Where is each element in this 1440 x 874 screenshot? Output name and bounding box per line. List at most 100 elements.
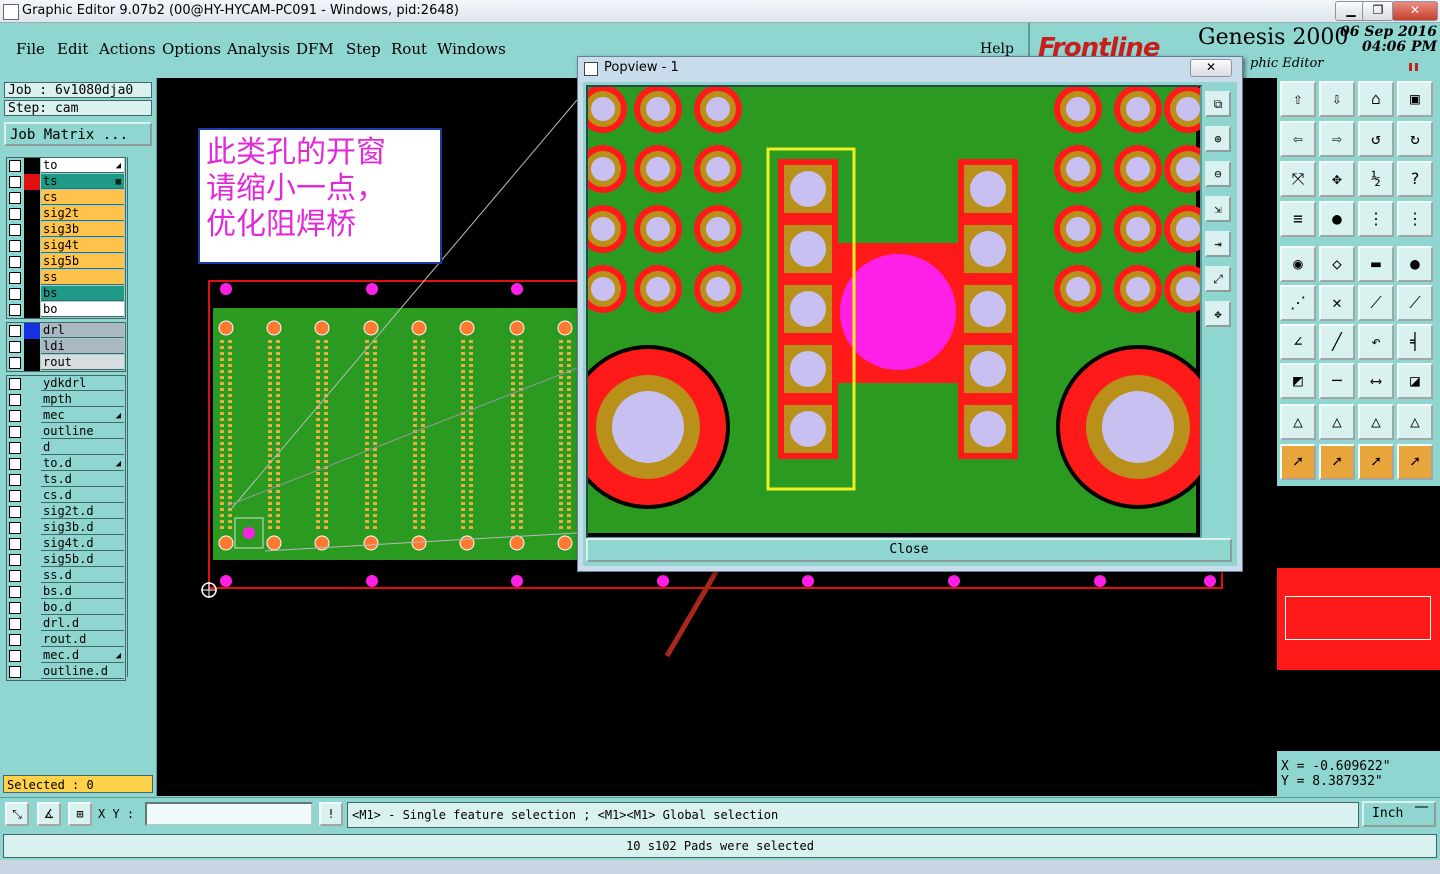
layer-name[interactable]: drl bbox=[41, 323, 124, 338]
layer-color-swatch[interactable] bbox=[24, 552, 40, 568]
grid-icon[interactable]: ⊞ bbox=[68, 802, 92, 826]
layer-color-swatch[interactable] bbox=[24, 206, 40, 222]
layer-checkbox[interactable] bbox=[9, 208, 21, 220]
layer-row-sig5b[interactable]: sig5b bbox=[7, 254, 125, 270]
window-icon[interactable]: ▣ bbox=[1397, 81, 1433, 117]
net-red-icon[interactable]: ⋮ bbox=[1397, 201, 1433, 237]
layer-row-outline[interactable]: outline bbox=[7, 424, 125, 440]
layer-row-d[interactable]: d bbox=[7, 440, 125, 456]
layer-name[interactable]: drl.d bbox=[41, 616, 124, 631]
layer-checkbox[interactable] bbox=[9, 570, 21, 582]
layer-color-swatch[interactable] bbox=[24, 174, 40, 190]
xy-input[interactable] bbox=[145, 802, 313, 826]
layer-checkbox[interactable] bbox=[9, 176, 21, 188]
triangle-2-icon[interactable]: △ bbox=[1319, 404, 1355, 440]
layer-row-drl-d[interactable]: drl.d bbox=[7, 616, 125, 632]
overview-map[interactable] bbox=[1277, 486, 1440, 751]
pointer-path-icon[interactable]: ➚ bbox=[1397, 444, 1433, 480]
layer-color-swatch[interactable] bbox=[24, 584, 40, 600]
pointer-icon[interactable]: ➚ bbox=[1280, 444, 1316, 480]
layer-color-swatch[interactable] bbox=[24, 270, 40, 286]
scale-1-2-icon[interactable]: ½ bbox=[1358, 161, 1394, 197]
layer-name[interactable]: ts.d bbox=[41, 472, 124, 487]
layer-checkbox[interactable] bbox=[9, 474, 21, 486]
right-icon[interactable]: ⇨ bbox=[1319, 121, 1355, 157]
layer-name[interactable]: sig2t.d bbox=[41, 504, 124, 519]
layer-name[interactable]: bs.d bbox=[41, 584, 124, 599]
layer-checkbox[interactable] bbox=[9, 602, 21, 614]
layer-checkbox[interactable] bbox=[9, 341, 21, 353]
slash-icon[interactable]: ╱ bbox=[1319, 324, 1355, 360]
house-icon[interactable]: ⌂ bbox=[1358, 81, 1394, 117]
layer-row-rout[interactable]: rout bbox=[7, 355, 125, 371]
angle-snap-icon[interactable]: ∡ bbox=[37, 802, 61, 826]
undo-icon[interactable]: ↺ bbox=[1358, 121, 1394, 157]
pointer-box-icon[interactable]: ➚ bbox=[1319, 444, 1355, 480]
layer-name[interactable]: mec.d ◢ bbox=[41, 648, 124, 663]
layer-row-to-d[interactable]: to.d ◢ bbox=[7, 456, 125, 472]
layer-row-bs[interactable]: bs bbox=[7, 286, 125, 302]
layer-row-rout-d[interactable]: rout.d bbox=[7, 632, 125, 648]
layer-color-swatch[interactable] bbox=[24, 238, 40, 254]
layer-name[interactable]: bo.d bbox=[41, 600, 124, 615]
triangle-4-icon[interactable]: △ bbox=[1397, 404, 1433, 440]
overview-viewport[interactable] bbox=[1285, 596, 1431, 640]
minus-icon[interactable]: ─ bbox=[1319, 363, 1355, 399]
layer-checkbox[interactable] bbox=[9, 378, 21, 390]
triangle-icon[interactable]: △ bbox=[1280, 404, 1316, 440]
job-matrix-button[interactable]: Job Matrix ... bbox=[4, 122, 152, 146]
layer-color-swatch[interactable] bbox=[24, 302, 40, 318]
layer-row-outline-d[interactable]: outline.d bbox=[7, 664, 125, 680]
layer-row-sig3b-d[interactable]: sig3b.d bbox=[7, 520, 125, 536]
layer-checkbox[interactable] bbox=[9, 192, 21, 204]
ruler-icon[interactable]: ▬ bbox=[1358, 246, 1394, 282]
layer-color-swatch[interactable] bbox=[24, 488, 40, 504]
zoom-extents-icon[interactable]: ⤧ bbox=[1280, 161, 1316, 197]
layer-name[interactable]: rout bbox=[41, 355, 124, 370]
layer-color-swatch[interactable] bbox=[24, 616, 40, 632]
snap-icon[interactable]: ⤡ bbox=[5, 802, 29, 826]
layer-checkbox[interactable] bbox=[9, 650, 21, 662]
layer-name[interactable]: rout.d bbox=[41, 632, 124, 647]
menu-edit[interactable]: Edit bbox=[57, 40, 88, 58]
layer-checkbox[interactable] bbox=[9, 410, 21, 422]
layer-checkbox[interactable] bbox=[9, 522, 21, 534]
layer-color-swatch[interactable] bbox=[24, 520, 40, 536]
pv-export-icon[interactable]: ⇥ bbox=[1205, 231, 1231, 257]
layer-row-cs[interactable]: cs bbox=[7, 190, 125, 206]
layer-name[interactable]: outline bbox=[41, 424, 124, 439]
down-icon[interactable]: ⇩ bbox=[1319, 81, 1355, 117]
layer-name[interactable]: sig4t.d bbox=[41, 536, 124, 551]
menu-actions[interactable]: Actions bbox=[99, 40, 155, 58]
layer-checkbox[interactable] bbox=[9, 357, 21, 369]
line-dot-icon[interactable]: ⟋ bbox=[1358, 285, 1394, 321]
popview-viewport[interactable] bbox=[586, 85, 1202, 539]
layer-name[interactable]: ldi bbox=[41, 339, 124, 354]
angle-icon[interactable]: ∠ bbox=[1280, 324, 1316, 360]
layer-row-bo[interactable]: bo bbox=[7, 302, 125, 318]
layer-color-swatch[interactable] bbox=[24, 536, 40, 552]
layer-checkbox[interactable] bbox=[9, 272, 21, 284]
menu-rout[interactable]: Rout bbox=[391, 40, 427, 58]
layer-name[interactable]: ydkdrl bbox=[41, 376, 124, 391]
layer-color-swatch[interactable] bbox=[24, 664, 40, 680]
layer-checkbox[interactable] bbox=[9, 506, 21, 518]
layer-checkbox[interactable] bbox=[9, 304, 21, 316]
layer-name[interactable]: cs bbox=[41, 190, 124, 205]
layer-row-mec[interactable]: mec ◢ bbox=[7, 408, 125, 424]
layer-row-bs-d[interactable]: bs.d bbox=[7, 584, 125, 600]
layer-row-drl[interactable]: drl bbox=[7, 323, 125, 339]
layer-row-ss[interactable]: ss bbox=[7, 270, 125, 286]
shapes-icon[interactable]: ◪ bbox=[1397, 363, 1433, 399]
layer-row-ts-d[interactable]: ts.d bbox=[7, 472, 125, 488]
layer-name[interactable]: sig3b.d bbox=[41, 520, 124, 535]
layer-row-sig2t[interactable]: sig2t bbox=[7, 206, 125, 222]
layer-checkbox[interactable] bbox=[9, 224, 21, 236]
layer-color-swatch[interactable] bbox=[24, 600, 40, 616]
pv-center-icon[interactable]: ✥ bbox=[1205, 301, 1231, 327]
layer-color-swatch[interactable] bbox=[24, 504, 40, 520]
layer-checkbox[interactable] bbox=[9, 458, 21, 470]
home-icon[interactable]: ⇧ bbox=[1280, 81, 1316, 117]
dot-icon[interactable]: ● bbox=[1397, 246, 1433, 282]
layer-color-swatch[interactable] bbox=[24, 222, 40, 238]
